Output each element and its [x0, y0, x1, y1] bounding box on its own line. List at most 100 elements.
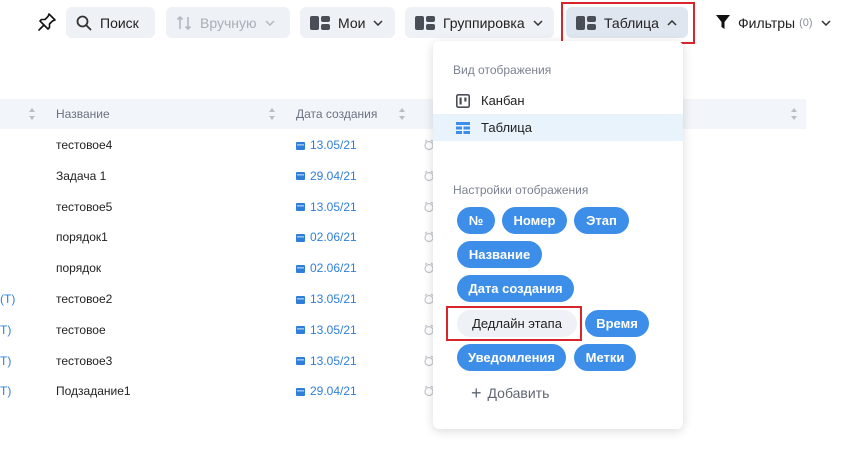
row-prefix: Т)	[0, 384, 12, 399]
calendar-icon	[296, 233, 305, 242]
row-name[interactable]: тестовое3	[56, 346, 112, 376]
view-section-title: Вид отображения	[453, 63, 552, 77]
filters-count: (0)	[799, 16, 813, 29]
table-header: Название Дата создания	[0, 99, 806, 129]
view-blocks-icon	[310, 15, 330, 30]
search-button[interactable]: Поиск	[66, 7, 155, 38]
sort-icon[interactable]	[398, 107, 406, 121]
chip-title[interactable]: Название	[457, 241, 542, 268]
chip-number-sign[interactable]: №	[457, 207, 495, 234]
row-created-date: 13.05/21	[296, 315, 357, 345]
row-date-text: 13.05/21	[310, 199, 357, 214]
sort-icon[interactable]	[28, 107, 36, 121]
funnel-icon	[716, 15, 730, 30]
add-field-label: Добавить	[487, 385, 550, 401]
row-created-date: 13.05/21	[296, 346, 357, 376]
row-date-text: 13.05/21	[310, 292, 357, 306]
calendar-icon	[296, 141, 305, 150]
grouping-button[interactable]: Группировка	[405, 7, 554, 38]
chip-tags[interactable]: Метки	[574, 344, 636, 371]
row-name[interactable]: порядок	[56, 253, 101, 283]
highlight-frame	[446, 306, 582, 341]
row-date-text: 29.04/21	[310, 168, 357, 183]
row-created-date: 02.06/21	[296, 222, 357, 252]
search-icon	[76, 15, 92, 31]
search-label: Поиск	[100, 14, 139, 31]
row-date-text: 13.05/21	[310, 322, 357, 337]
row-date-text: 02.06/21	[310, 230, 357, 245]
row-name[interactable]: тестовое5	[56, 192, 112, 222]
chip-notifications[interactable]: Уведомления	[457, 344, 566, 371]
table-row[interactable]: Т) тестовое 13.05/21	[0, 315, 440, 345]
table-row[interactable]: Т) Подзадание1 29.04/21	[0, 376, 440, 406]
calendar-icon	[296, 356, 305, 366]
view-option-table[interactable]: Таблица	[433, 114, 683, 141]
view-option-kanban[interactable]: Канбан	[433, 87, 683, 114]
table-row[interactable]: порядок1 02.06/21	[0, 222, 440, 252]
row-created-date: 13.05/21	[296, 192, 357, 222]
calendar-icon	[296, 325, 305, 335]
calendar-icon	[296, 264, 305, 273]
row-prefix: Т)	[0, 353, 12, 368]
row-created-date: 29.04/21	[296, 161, 357, 191]
chip-created[interactable]: Дата создания	[457, 275, 574, 302]
row-name[interactable]: порядок1	[56, 222, 108, 252]
plus-icon: +	[471, 383, 482, 403]
pin-icon[interactable]	[37, 12, 57, 32]
row-created-date: 13.05/21	[296, 130, 357, 160]
grouping-label: Группировка	[443, 14, 525, 31]
filters-button[interactable]: Фильтры (0)	[706, 7, 841, 38]
row-date-text: 13.05/21	[310, 138, 357, 152]
row-name[interactable]: тестовое	[56, 315, 106, 345]
row-date-text: 13.05/21	[310, 353, 357, 368]
calendar-icon	[296, 202, 305, 212]
chip-number[interactable]: Номер	[502, 207, 567, 234]
row-name[interactable]: Подзадание1	[56, 376, 131, 406]
add-field-button[interactable]: + Добавить	[471, 383, 549, 403]
chevron-down-icon	[533, 19, 543, 26]
manual-sort-button[interactable]: Вручную	[166, 7, 290, 38]
calendar-icon	[296, 295, 305, 304]
table-row[interactable]: Задача 1 29.04/21	[0, 161, 440, 191]
table-row[interactable]: Т) тестовое3 13.05/21	[0, 346, 440, 376]
mine-button[interactable]: Мои	[300, 7, 395, 38]
row-date-text: 02.06/21	[310, 261, 357, 276]
grouping-icon	[415, 15, 435, 30]
calendar-icon	[296, 387, 305, 396]
table-row[interactable]: (Т) тестовое2 13.05/21	[0, 284, 440, 314]
chevron-down-icon	[373, 19, 383, 26]
view-option-label: Таблица	[481, 120, 532, 135]
table-row[interactable]: тестовое4 13.05/21	[0, 130, 440, 160]
kanban-icon	[456, 93, 471, 108]
row-name[interactable]: тестовое2	[56, 284, 112, 314]
table-row[interactable]: порядок 02.06/21	[0, 253, 440, 283]
row-prefix: (Т)	[0, 292, 16, 306]
view-option-label: Канбан	[481, 93, 525, 108]
calendar-icon	[296, 171, 305, 181]
chevron-down-icon	[821, 19, 831, 26]
row-date-text: 29.04/21	[310, 384, 357, 399]
row-prefix: Т)	[0, 322, 12, 337]
sort-arrows-icon	[176, 14, 192, 32]
row-created-date: 02.06/21	[296, 253, 357, 283]
view-dropdown: Вид отображения Канбан Таблица Настройки…	[433, 41, 683, 429]
sort-icon[interactable]	[790, 107, 798, 121]
settings-section-title: Настройки отображения	[453, 183, 589, 197]
row-created-date: 29.04/21	[296, 376, 357, 406]
row-created-date: 13.05/21	[296, 284, 357, 314]
chip-stage[interactable]: Этап	[574, 207, 629, 234]
toolbar: Поиск Вручную Мои Группировка Таблица Фи…	[0, 0, 856, 46]
manual-sort-label: Вручную	[200, 14, 257, 31]
row-name[interactable]: Задача 1	[56, 161, 106, 191]
table-row[interactable]: тестовое5 13.05/21	[0, 192, 440, 222]
column-header-created[interactable]: Дата создания	[296, 99, 377, 129]
column-header-name[interactable]: Название	[56, 99, 110, 129]
highlight-frame	[561, 2, 695, 44]
chevron-down-icon	[264, 19, 275, 26]
row-name[interactable]: тестовое4	[56, 130, 112, 160]
sort-icon[interactable]	[268, 107, 276, 121]
table-icon	[456, 121, 471, 134]
mine-label: Мои	[338, 14, 366, 31]
filters-label: Фильтры	[738, 14, 796, 31]
chip-time[interactable]: Время	[585, 310, 649, 337]
